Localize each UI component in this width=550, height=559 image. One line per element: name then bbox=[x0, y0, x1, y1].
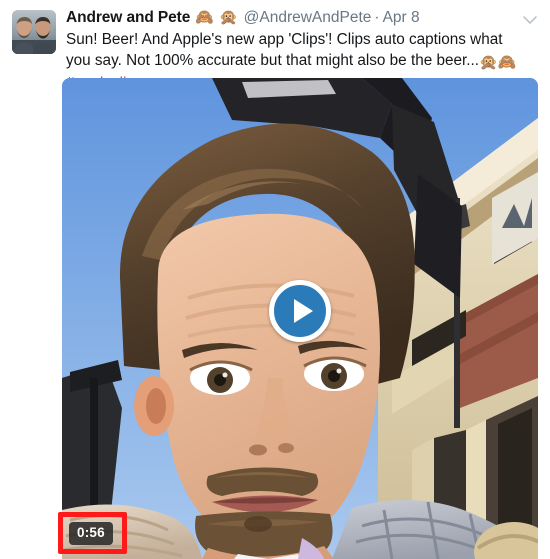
play-button[interactable] bbox=[269, 280, 331, 342]
play-icon bbox=[293, 299, 313, 323]
name-row: Andrew and Pete 🙈 🙊 @AndrewAndPete · Apr… bbox=[66, 8, 526, 27]
speak-no-evil-monkey-icon-body: 🙊 bbox=[478, 54, 498, 71]
chevron-down-icon[interactable] bbox=[520, 10, 540, 30]
avatar[interactable] bbox=[12, 10, 56, 54]
see-no-evil-monkey-icon-body: 🙈 bbox=[497, 54, 517, 71]
see-no-evil-monkey-icon: 🙈 bbox=[195, 9, 214, 26]
speak-no-evil-monkey-icon: 🙊 bbox=[218, 9, 238, 26]
video-duration-badge: 0:56 bbox=[69, 522, 113, 545]
meta-separator: · bbox=[374, 9, 380, 26]
avatar-two-people-icon bbox=[12, 10, 56, 54]
display-name[interactable]: Andrew and Pete bbox=[66, 8, 190, 27]
tweet-card: Andrew and Pete 🙈 🙊 @AndrewAndPete · Apr… bbox=[0, 0, 550, 559]
tweet-date[interactable]: Apr 8 bbox=[383, 8, 420, 27]
video-thumbnail[interactable] bbox=[62, 78, 538, 559]
user-handle[interactable]: @AndrewAndPete bbox=[244, 8, 372, 27]
tweet-body-main: Sun! Beer! And Apple's new app 'Clips'! … bbox=[66, 31, 503, 69]
